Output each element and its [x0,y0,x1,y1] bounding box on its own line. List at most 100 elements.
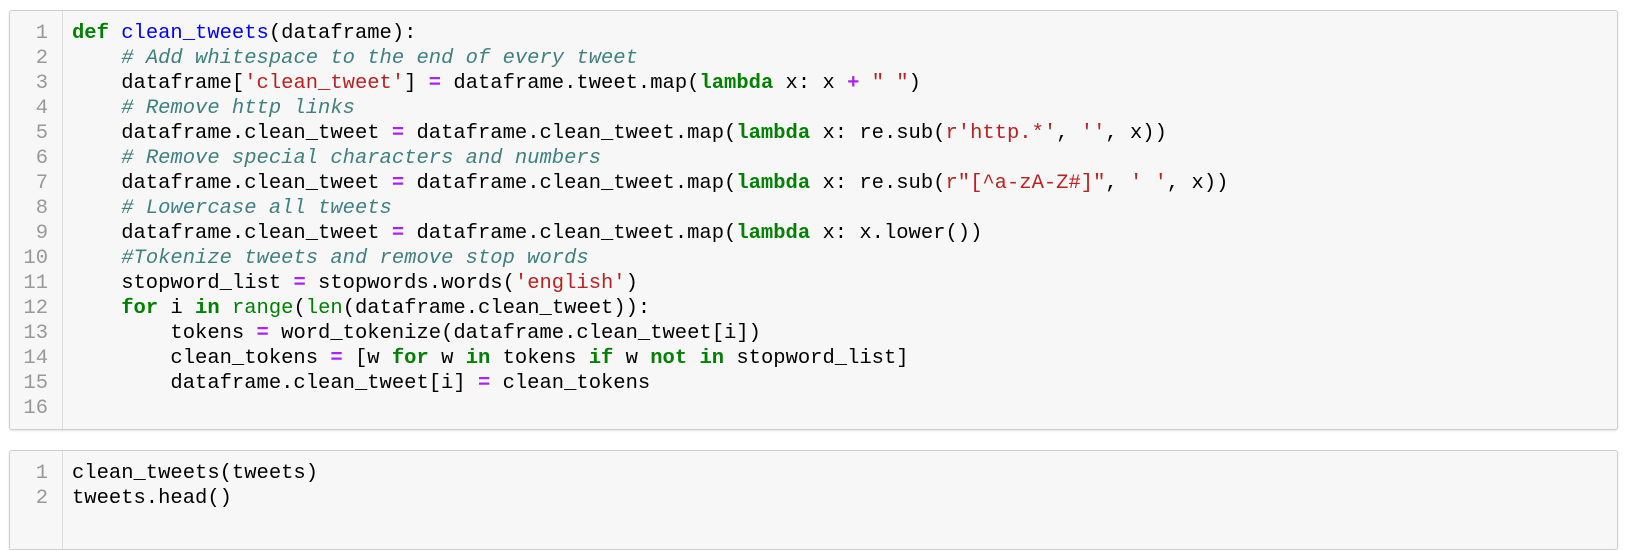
line-number: 1 [35,22,48,45]
code-token: , x)) [1105,122,1167,145]
code-token: = [293,272,306,295]
code-token: x: re.sub( [810,172,946,195]
code-line[interactable]: 4 # Remove http links [10,96,1617,121]
code-token: , [1056,122,1081,145]
code-text: for i in range(len(dataframe.clean_tweet… [72,296,650,321]
code-line[interactable]: 2 tweets.head() [10,486,1617,511]
line-number: 8 [35,197,48,220]
code-token: [w [342,347,392,370]
code-token: r"[^a-zA-Z#]" [945,172,1106,195]
code-line[interactable]: 7 dataframe.clean_tweet = dataframe.clea… [10,171,1617,196]
code-token: range [231,297,294,320]
code-token: ' ' [1130,172,1167,195]
code-token: " " [871,72,909,95]
code-token: if [588,347,614,370]
code-token: # Lowercase all tweets [121,197,392,220]
line-number: 4 [35,97,48,120]
code-token: x: x [773,72,848,95]
code-editor[interactable]: 1 clean_tweets(tweets) 2 tweets.head() [10,461,1617,511]
code-token: clean_tweets [121,22,269,45]
code-token: = [391,222,405,245]
code-text: dataframe['clean_tweet'] = dataframe.twe… [72,71,921,96]
code-line[interactable]: 12 for i in range(len(dataframe.clean_tw… [10,296,1617,321]
code-text: clean_tweets(tweets) [72,461,318,486]
code-line[interactable]: 16 [10,396,1617,421]
line-number: 16 [23,397,48,420]
code-text: clean_tokens = [w for w in tokens if w n… [72,346,909,371]
code-token: lambda [736,222,811,245]
code-cell[interactable]: 1 def clean_tweets(dataframe): 2 # Add whi… [9,10,1618,430]
code-line[interactable]: 10 #Tokenize tweets and remove stop word… [10,246,1617,271]
code-token: lambda [699,72,774,95]
code-cell[interactable]: 1 clean_tweets(tweets) 2 tweets.head() [9,450,1618,550]
code-token: , [1105,172,1131,195]
code-line[interactable]: 2 # Add whitespace to the end of every t… [10,46,1617,71]
code-token: + [847,72,860,95]
code-token: dataframe[ [72,72,245,95]
code-line[interactable]: 9 dataframe.clean_tweet = dataframe.clea… [10,221,1617,246]
code-token: (dataframe.clean_tweet)): [342,297,651,320]
code-line[interactable]: 3 dataframe['clean_tweet'] = dataframe.t… [10,71,1617,96]
code-token: x: re.sub( [810,122,946,145]
code-token: #Tokenize tweets and remove stop words [121,247,589,270]
code-text: def clean_tweets(dataframe): [72,21,416,46]
code-token: dataframe.clean_tweet.map( [404,122,737,145]
code-token: in [195,297,220,320]
code-token: w [428,347,466,370]
line-number: 14 [23,347,48,370]
code-line[interactable]: 14 clean_tokens = [w for w in tokens if … [10,346,1617,371]
code-token: def [72,22,109,45]
code-token: not [650,347,688,370]
code-line[interactable]: 8 # Lowercase all tweets [10,196,1617,221]
code-token: stopwords.words( [305,272,515,295]
code-text: dataframe.clean_tweet = dataframe.clean_… [72,221,982,246]
code-token: w [613,347,651,370]
code-token: stopword_list [72,272,294,295]
code-token: i [158,297,196,320]
code-text: # Add whitespace to the end of every twe… [72,46,638,71]
code-line[interactable]: 11 stopword_list = stopwords.words('engl… [10,271,1617,296]
code-token: dataframe.clean_tweet.map( [404,172,737,195]
code-token: 'clean_tweet' [244,72,405,95]
code-token: len [305,297,343,320]
code-token: , x)) [1166,172,1229,195]
code-token: in [465,347,491,370]
code-line[interactable]: 15 dataframe.clean_tweet[i] = clean_toke… [10,371,1617,396]
code-token: ) [625,272,638,295]
code-line[interactable]: 1 def clean_tweets(dataframe): [10,21,1617,46]
code-line[interactable]: 13 tokens = word_tokenize(dataframe.clea… [10,321,1617,346]
code-token: # Remove http links [121,97,355,120]
code-line[interactable]: 5 dataframe.clean_tweet = dataframe.clea… [10,121,1617,146]
code-text: dataframe.clean_tweet = dataframe.clean_… [72,171,1228,196]
code-token: dataframe.tweet.map( [441,72,700,95]
code-text: # Remove special characters and numbers [72,146,601,171]
code-line[interactable]: 6 # Remove special characters and number… [10,146,1617,171]
code-token: in [699,347,725,370]
code-token: dataframe.clean_tweet[i] [72,372,478,395]
code-token: word_tokenize(dataframe.clean_tweet[i]) [268,322,761,345]
code-token: clean_tokens [72,347,331,370]
code-token: dataframe.clean_tweet [72,122,392,145]
code-token: '' [1080,122,1106,145]
code-line[interactable]: 1 clean_tweets(tweets) [10,461,1617,486]
code-token: tweets.head() [72,487,232,510]
code-token: lambda [736,122,811,145]
code-token: tokens [490,347,589,370]
line-number: 7 [35,172,48,195]
code-editor[interactable]: 1 def clean_tweets(dataframe): 2 # Add whi… [10,21,1617,421]
code-text: dataframe.clean_tweet = dataframe.clean_… [72,121,1167,146]
line-number: 10 [23,247,48,270]
line-number: 12 [23,297,48,320]
code-token: stopword_list] [724,347,909,370]
line-number: 2 [35,487,48,510]
line-number: 11 [23,272,48,295]
code-token: ] [404,72,429,95]
